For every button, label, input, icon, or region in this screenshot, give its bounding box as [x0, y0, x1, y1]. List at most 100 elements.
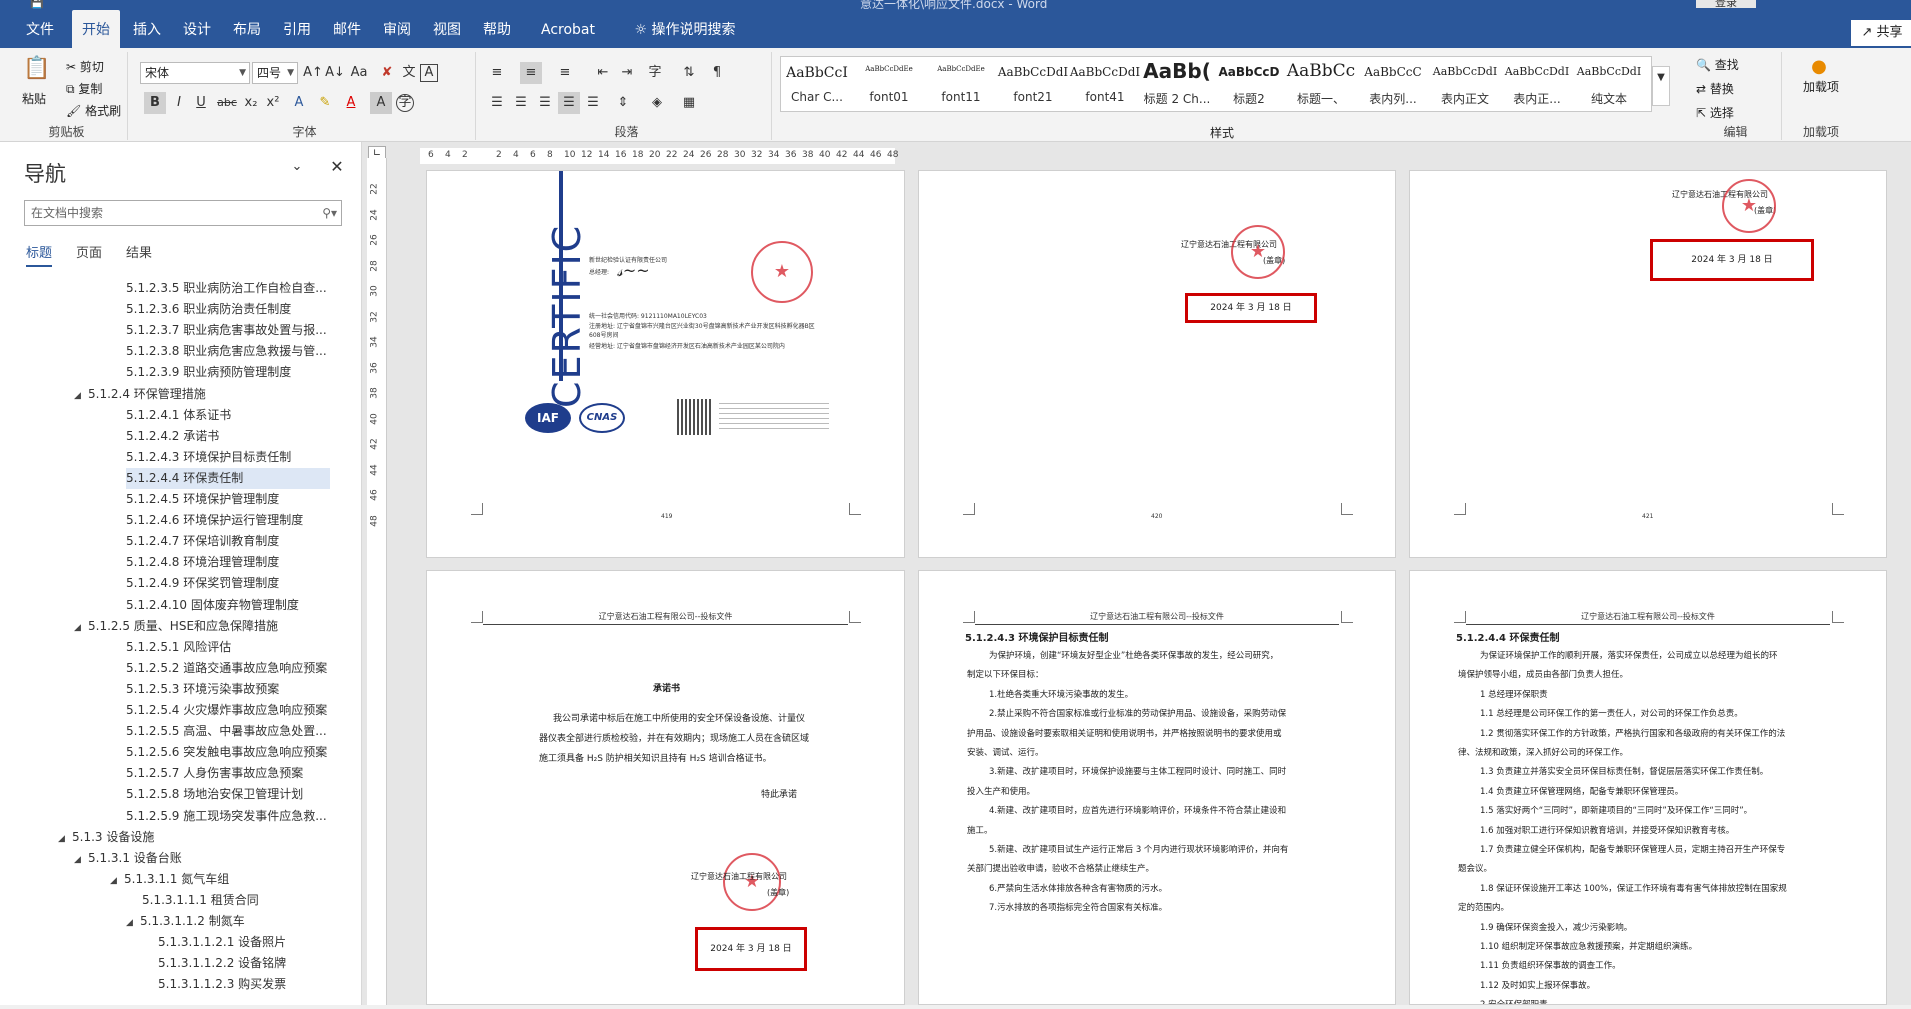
bullets-icon[interactable]: ≡: [486, 62, 508, 84]
nav-heading-item[interactable]: 5.1.2.3.5 职业病防治工作自检自查...: [126, 278, 327, 299]
nav-heading-item[interactable]: 5.1.2.4.6 环境保护运行管理制度: [126, 510, 303, 531]
line-spacing-icon[interactable]: ⇕: [612, 92, 634, 114]
style-item[interactable]: AaBbCcDdEe font11: [925, 57, 997, 111]
superscript-icon[interactable]: x²: [262, 92, 284, 114]
sort-icon[interactable]: ⇅: [678, 62, 700, 84]
nav-heading-item[interactable]: 5.1.3.1.1.2.2 设备铭牌: [158, 953, 286, 974]
nav-heading-item[interactable]: 5.1.2.4.3 环境保护目标责任制: [126, 447, 291, 468]
replace-button[interactable]: ⇄ 替换: [1696, 80, 1734, 97]
style-item[interactable]: AaBbCcDdI 表内正...: [1501, 57, 1573, 111]
style-item[interactable]: AaBbCcI Char C...: [781, 57, 853, 111]
nav-heading-item[interactable]: 5.1.2.3.6 职业病防治责任制度: [126, 299, 291, 320]
decrease-indent-icon[interactable]: ⇤: [592, 62, 614, 84]
horizontal-ruler[interactable]: 6 4 2 2 4 6 8 10 12 14 16 18 20 22 24 26 28 30 32 34 36 38 40 4…: [420, 148, 898, 164]
tab-layout[interactable]: 布局: [226, 10, 268, 48]
tab-help[interactable]: 帮助: [476, 10, 518, 48]
nav-tab-headings[interactable]: 标题: [26, 242, 53, 267]
load-addins-button[interactable]: 加载项: [1798, 80, 1844, 95]
italic-icon[interactable]: I: [168, 92, 190, 114]
expand-triangle-icon[interactable]: ◢: [110, 871, 124, 892]
share-button[interactable]: ↗ 共享: [1851, 20, 1911, 46]
nav-heading-item[interactable]: 5.1.3.1.1.2.1 设备照片: [158, 932, 286, 953]
page-env-responsibility[interactable]: 辽宁意达石油工程有限公司--投标文件 5.1.2.4.4 环保责任制 为保证环境…: [1409, 570, 1887, 1005]
styles-more-icon[interactable]: ▼: [1652, 66, 1670, 106]
nav-scrollbar[interactable]: [345, 154, 353, 994]
nav-heading-item[interactable]: 5.1.3.1.1.2.3 购买发票: [158, 974, 286, 995]
tab-mailings[interactable]: 邮件: [326, 10, 368, 48]
grow-font-icon[interactable]: A↑: [302, 62, 324, 84]
justify-icon[interactable]: ☰: [558, 92, 580, 114]
show-marks-icon[interactable]: ¶: [706, 62, 728, 84]
style-item[interactable]: AaBb(标题 2 Ch...: [1141, 57, 1213, 111]
paste-icon[interactable]: 📋: [22, 58, 52, 86]
tab-references[interactable]: 引用: [276, 10, 318, 48]
expand-triangle-icon[interactable]: ◢: [126, 913, 140, 934]
nav-search-input[interactable]: 在文档中搜索 ⚲▾: [24, 200, 342, 226]
nav-heading-item[interactable]: 5.1.2.4.2 承诺书: [126, 426, 219, 447]
distributed-icon[interactable]: ☰: [582, 92, 604, 114]
page-env-target-responsibility[interactable]: 辽宁意达石油工程有限公司--投标文件 5.1.2.4.3 环境保护目标责任制 为…: [918, 570, 1396, 1005]
nav-heading-item[interactable]: 5.1.2.4.10 固体废弃物管理制度: [126, 595, 299, 616]
nav-heading-item[interactable]: 5.1.2.3.8 职业病危害应急救援与管...: [126, 341, 327, 362]
multilevel-list-icon[interactable]: ≡: [554, 62, 576, 84]
copy-button[interactable]: ⧉ 复制: [66, 80, 102, 97]
expand-triangle-icon[interactable]: ◢: [74, 386, 88, 407]
highlight-icon[interactable]: ✎: [314, 92, 336, 114]
style-item[interactable]: AaBbCcDdI font21: [997, 57, 1069, 111]
tab-file[interactable]: 文件: [18, 10, 62, 48]
login-button[interactable]: 登录: [1696, 0, 1756, 9]
bold-icon[interactable]: B: [144, 92, 166, 114]
align-center-icon[interactable]: ☰: [510, 92, 532, 114]
cut-button[interactable]: ✂ 剪切: [66, 58, 104, 75]
clear-format-icon[interactable]: ✘: [376, 62, 398, 84]
quick-access-save-icon[interactable]: 💾: [30, 0, 44, 9]
vertical-ruler[interactable]: 22 24 26 28 30 32 34 36 38 40 42 44 46 48: [367, 158, 387, 1005]
nav-heading-item[interactable]: 5.1.2.5.3 环境污染事故预案: [126, 679, 279, 700]
shrink-font-icon[interactable]: A↓: [324, 62, 346, 84]
change-case-icon[interactable]: Aa: [348, 62, 370, 84]
addins-icon[interactable]: ●: [1808, 56, 1830, 78]
nav-heading-item[interactable]: 5.1.2.5.5 高温、中暑事故应急处置...: [126, 721, 327, 742]
font-family-combo[interactable]: 宋体 ▼: [140, 62, 250, 84]
nav-tab-pages[interactable]: 页面: [76, 242, 102, 261]
tab-review[interactable]: 审阅: [376, 10, 418, 48]
char-shading-icon[interactable]: A: [370, 92, 392, 114]
nav-heading-item[interactable]: ◢ 5.1.3.1.1.2 制氮车: [126, 911, 245, 932]
style-item[interactable]: AaBbCc 标题一、: [1285, 57, 1357, 111]
text-effects-icon[interactable]: A: [288, 92, 310, 114]
nav-heading-item[interactable]: 5.1.2.5.9 施工现场突发事件应急救...: [126, 806, 327, 827]
nav-heading-item[interactable]: ◢ 5.1.2.5 质量、HSE和应急保障措施: [74, 616, 278, 637]
style-item[interactable]: AaBbCcDdI font41: [1069, 57, 1141, 111]
expand-triangle-icon[interactable]: ◢: [74, 618, 88, 639]
page-420[interactable]: 辽宁意达石油工程有限公司 (盖章) ★ 2024 年 3 月 18 日 420: [918, 170, 1396, 558]
paste-button[interactable]: 粘贴: [22, 90, 46, 107]
char-border-icon[interactable]: A: [420, 64, 438, 82]
page-419[interactable]: CERTIFIC 新世纪检验认证有限责任公司 总经理: 𝓈~~ 统一社会信用代码…: [426, 170, 905, 558]
nav-heading-item[interactable]: 5.1.2.4.8 环境治理管理制度: [126, 552, 279, 573]
style-item[interactable]: AaBbCcD 标题2: [1213, 57, 1285, 111]
nav-heading-item[interactable]: 5.1.2.5.2 道路交通事故应急响应预案: [126, 658, 327, 679]
chevron-down-icon[interactable]: ⌄: [286, 156, 308, 178]
shading-icon[interactable]: ◈: [646, 92, 668, 114]
format-painter-button[interactable]: 🖌 格式刷: [66, 102, 121, 119]
style-item[interactable]: AaBbCcDdI 纯文本: [1573, 57, 1645, 111]
style-item[interactable]: AaBbCcDdI 表内正文: [1429, 57, 1501, 111]
find-button[interactable]: 🔍 查找: [1696, 56, 1739, 73]
enclose-char-icon[interactable]: 字: [396, 94, 414, 112]
nav-tab-results[interactable]: 结果: [126, 242, 152, 261]
numbering-icon[interactable]: ≡: [520, 62, 542, 84]
tab-insert[interactable]: 插入: [126, 10, 168, 48]
tab-acrobat[interactable]: Acrobat: [528, 10, 608, 48]
style-item[interactable]: AaBbCcDdEe font01: [853, 57, 925, 111]
style-item[interactable]: AaBbCcC 表内列...: [1357, 57, 1429, 111]
nav-heading-item[interactable]: 5.1.2.5.1 风险评估: [126, 637, 231, 658]
nav-heading-item[interactable]: ◢ 5.1.2.4 环保管理措施: [74, 384, 206, 405]
page-commitment-letter[interactable]: 辽宁意达石油工程有限公司--投标文件 承诺书 我公司承诺中标后在施工中所使用的安…: [426, 570, 905, 1005]
nav-heading-item[interactable]: 5.1.2.3.7 职业病危害事故处置与报...: [126, 320, 327, 341]
underline-icon[interactable]: U: [190, 92, 212, 114]
align-right-icon[interactable]: ☰: [534, 92, 556, 114]
tell-me-search[interactable]: ☼ 操作说明搜索: [620, 10, 750, 48]
borders-icon[interactable]: ▦: [678, 92, 700, 114]
strikethrough-icon[interactable]: abc: [216, 92, 238, 114]
increase-indent-icon[interactable]: ⇥: [616, 62, 638, 84]
